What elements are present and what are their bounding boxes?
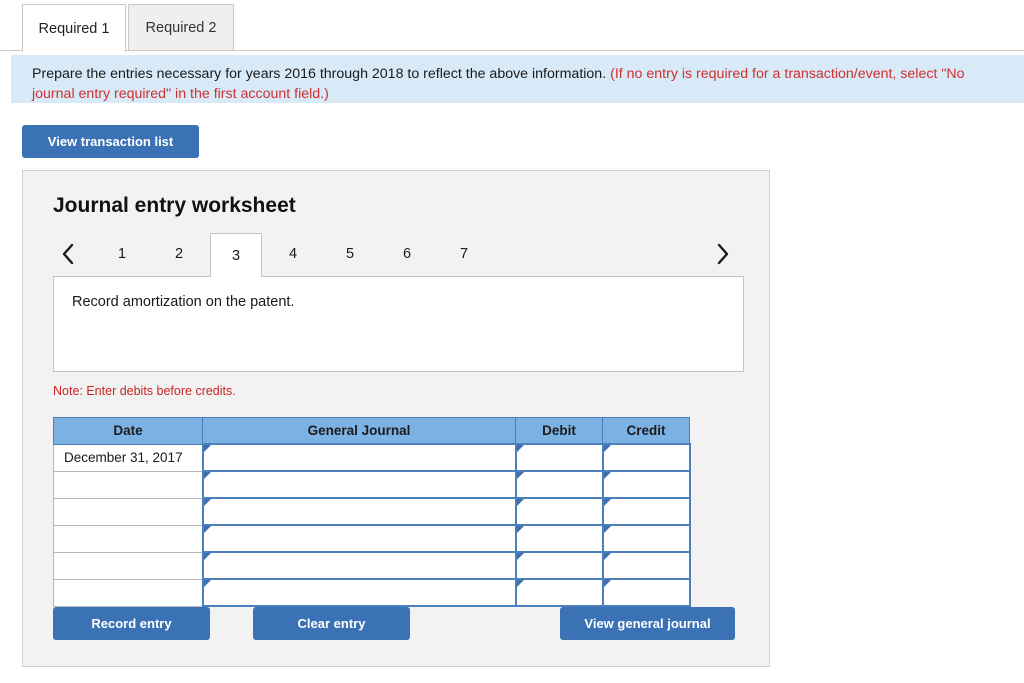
clear-entry-label: Clear entry xyxy=(297,616,366,631)
worksheet-description-box: Record amortization on the patent. xyxy=(53,276,744,372)
clear-entry-button[interactable]: Clear entry xyxy=(253,607,410,640)
worksheet-page-7-label: 7 xyxy=(459,246,469,262)
table-header-row: Date General Journal Debit Credit xyxy=(53,417,690,445)
instruction-main-text: Prepare the entries necessary for years … xyxy=(32,66,607,82)
row-2-debit-input[interactable] xyxy=(514,470,604,499)
row-1-debit-input[interactable] xyxy=(514,443,604,472)
view-transaction-list-button[interactable]: View transaction list xyxy=(22,125,199,158)
worksheet-page-1[interactable]: 1 xyxy=(96,233,148,275)
row-6-date-cell[interactable] xyxy=(53,578,203,607)
worksheet-page-3-label: 3 xyxy=(231,247,241,264)
row-3-date-cell[interactable] xyxy=(53,497,203,526)
worksheet-page-1-label: 1 xyxy=(117,246,127,262)
worksheet-page-5-label: 5 xyxy=(345,246,355,262)
record-entry-label: Record entry xyxy=(91,616,172,631)
chevron-left-icon[interactable] xyxy=(53,233,83,275)
journal-entry-worksheet-panel: Journal entry worksheet 1 2 3 4 5 6 7 Re… xyxy=(22,170,770,667)
table-row xyxy=(53,470,691,499)
column-header-general-journal: General Journal xyxy=(202,417,516,445)
table-row: December 31, 2017 xyxy=(53,443,691,472)
view-general-journal-button[interactable]: View general journal xyxy=(560,607,735,640)
row-5-date-cell[interactable] xyxy=(53,551,203,580)
worksheet-page-4-label: 4 xyxy=(288,246,298,262)
row-3-general-journal-input[interactable] xyxy=(201,497,517,526)
row-4-credit-input[interactable] xyxy=(601,524,691,553)
row-5-general-journal-input[interactable] xyxy=(201,551,517,580)
row-4-general-journal-input[interactable] xyxy=(201,524,517,553)
column-header-debit: Debit xyxy=(515,417,603,445)
column-header-date: Date xyxy=(53,417,203,445)
debits-before-credits-note: Note: Enter debits before credits. xyxy=(53,384,236,398)
record-entry-button[interactable]: Record entry xyxy=(53,607,210,640)
row-6-credit-input[interactable] xyxy=(601,578,691,607)
tab-required-2[interactable]: Required 2 xyxy=(128,4,234,51)
worksheet-page-6-label: 6 xyxy=(402,246,412,262)
row-6-general-journal-input[interactable] xyxy=(201,578,517,607)
journal-entry-table: Date General Journal Debit Credit Decemb… xyxy=(53,417,691,607)
worksheet-page-5[interactable]: 5 xyxy=(324,233,376,275)
worksheet-pager: 1 2 3 4 5 6 7 xyxy=(53,233,743,277)
row-1-general-journal-input[interactable] xyxy=(201,443,517,472)
view-general-journal-label: View general journal xyxy=(584,616,711,631)
required-tabs-strip: Required 1 Required 2 xyxy=(0,0,1024,52)
worksheet-page-2[interactable]: 2 xyxy=(153,233,205,275)
column-header-credit: Credit xyxy=(602,417,690,445)
worksheet-page-4[interactable]: 4 xyxy=(267,233,319,275)
row-1-date-cell[interactable]: December 31, 2017 xyxy=(53,443,203,472)
row-3-credit-input[interactable] xyxy=(601,497,691,526)
tab-required-2-label: Required 2 xyxy=(145,20,217,36)
tab-required-1-label: Required 1 xyxy=(38,20,110,37)
worksheet-title: Journal entry worksheet xyxy=(53,194,296,217)
worksheet-description-text: Record amortization on the patent. xyxy=(72,294,295,310)
table-row xyxy=(53,497,691,526)
worksheet-page-3[interactable]: 3 xyxy=(210,233,262,277)
row-5-debit-input[interactable] xyxy=(514,551,604,580)
worksheet-page-7[interactable]: 7 xyxy=(438,233,490,275)
instruction-banner: Prepare the entries necessary for years … xyxy=(11,55,1024,103)
table-row xyxy=(53,551,691,580)
row-2-date-cell[interactable] xyxy=(53,470,203,499)
view-transaction-list-label: View transaction list xyxy=(47,134,174,149)
row-3-debit-input[interactable] xyxy=(514,497,604,526)
tab-required-1[interactable]: Required 1 xyxy=(22,4,126,52)
row-4-debit-input[interactable] xyxy=(514,524,604,553)
table-row xyxy=(53,578,691,607)
table-row xyxy=(53,524,691,553)
row-6-debit-input[interactable] xyxy=(514,578,604,607)
worksheet-page-2-label: 2 xyxy=(174,246,184,262)
row-5-credit-input[interactable] xyxy=(601,551,691,580)
row-2-general-journal-input[interactable] xyxy=(201,470,517,499)
worksheet-page-6[interactable]: 6 xyxy=(381,233,433,275)
row-4-date-cell[interactable] xyxy=(53,524,203,553)
row-2-credit-input[interactable] xyxy=(601,470,691,499)
row-1-credit-input[interactable] xyxy=(601,443,691,472)
chevron-right-icon[interactable] xyxy=(708,233,738,275)
